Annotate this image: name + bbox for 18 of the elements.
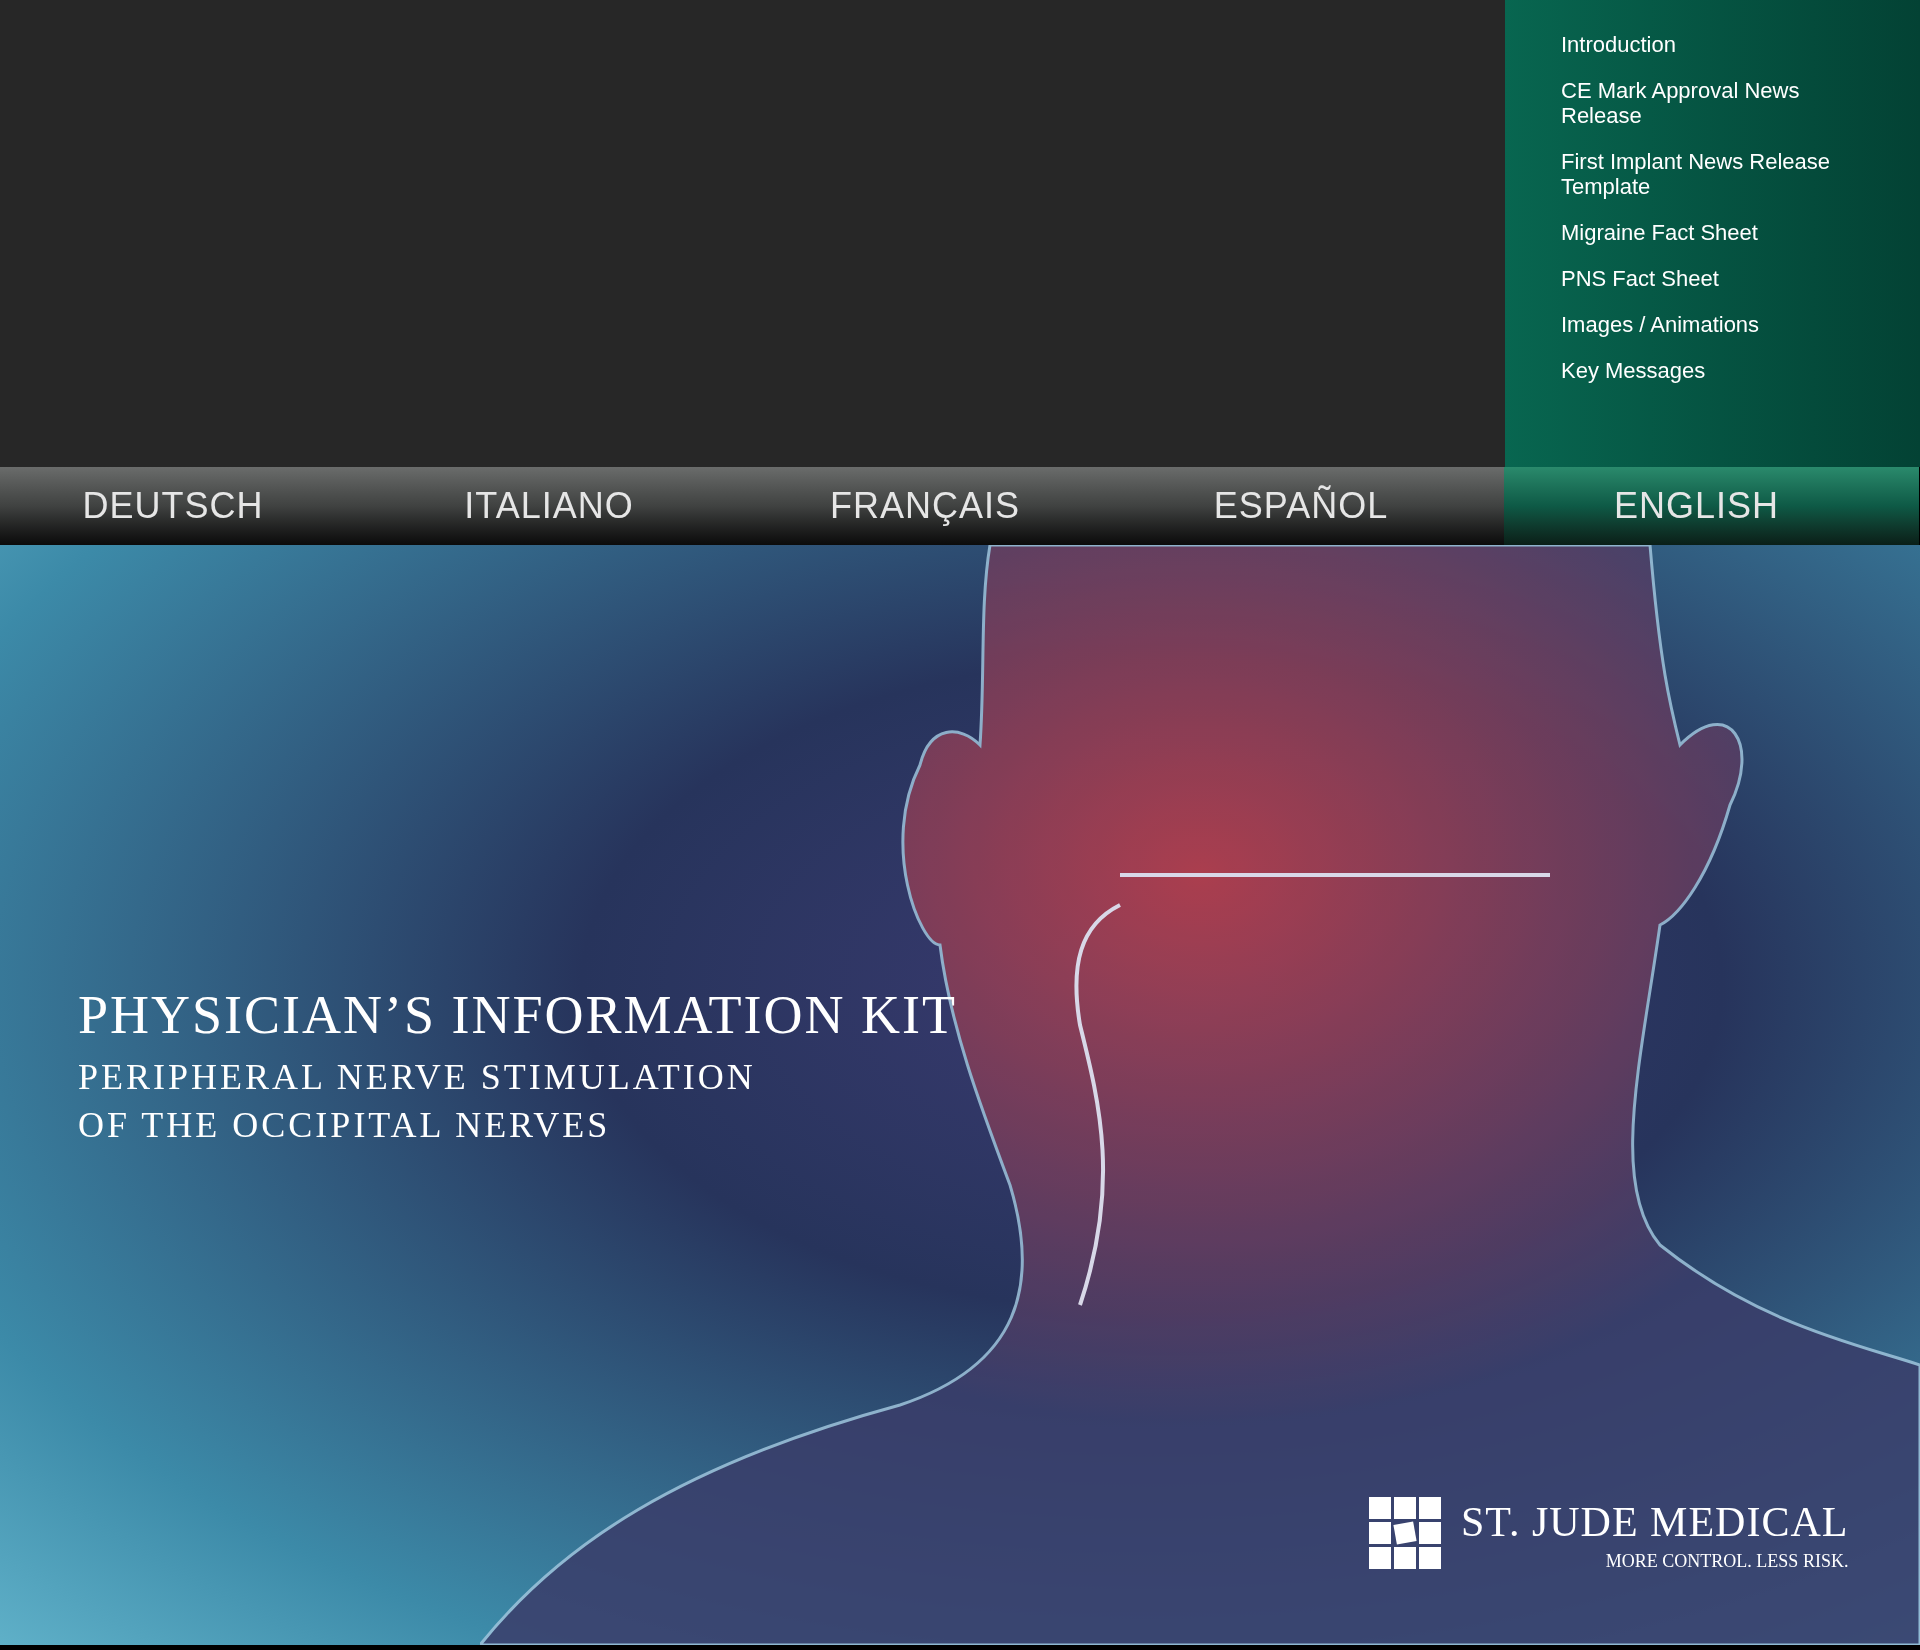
menu-link[interactable]: Migraine Fact Sheet [1561, 220, 1758, 245]
language-tab[interactable]: ENGLISH [1504, 467, 1919, 545]
kit-subtitle: PERIPHERAL NERVE STIMULATION [78, 1056, 757, 1099]
language-tab[interactable]: FRANÇAIS [752, 467, 1128, 545]
menu-link[interactable]: PNS Fact Sheet [1561, 266, 1719, 291]
language-tab[interactable]: DEUTSCH [0, 467, 376, 545]
brand-name: ST. JUDE MEDICAL [1461, 1498, 1849, 1547]
menu-link[interactable]: Images / Animations [1561, 312, 1760, 337]
language-tab[interactable]: ESPAÑOL [1128, 467, 1504, 545]
kit-title: PHYSICIAN’S INFORMATION KIT [78, 985, 958, 1045]
menu-link[interactable]: First Implant News Release Template [1561, 149, 1861, 199]
language-tab[interactable]: ITALIANO [376, 467, 752, 545]
kit-subtitle: OF THE OCCIPITAL NERVES [78, 1104, 612, 1147]
brand-tagline: MORE CONTROL. LESS RISK. [1605, 1550, 1849, 1573]
menu-link[interactable]: Key Messages [1561, 358, 1706, 383]
logo-icon [1369, 1497, 1441, 1569]
menu-link[interactable]: Introduction [1561, 32, 1676, 57]
menu-link[interactable]: CE Mark Approval News Release [1561, 78, 1861, 128]
